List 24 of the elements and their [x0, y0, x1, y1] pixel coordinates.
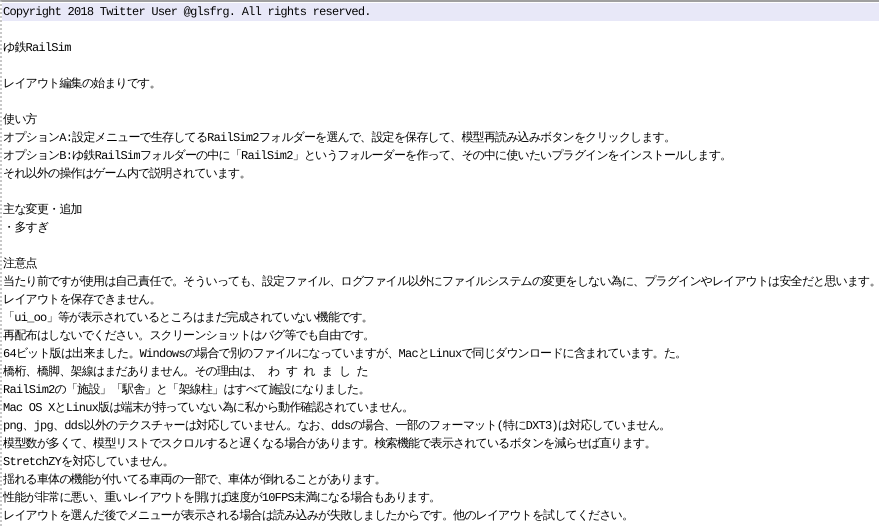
text-line: 「ui_oo」等が表示されているところはまだ完成されていない機能です。 [2, 310, 374, 327]
text-line: 再配布はしないでください。スクリーンショットはバグ等でも自由です。 [2, 328, 376, 345]
text-line: 64ビット版は出来ました。Windowsの場合で別のファイルになっていますが、MacとLinuxで同じダウンロードに含まれています。た。 [2, 346, 688, 363]
text-line: 使い方 [2, 112, 38, 129]
text-line: ゆ鉄RailSim [2, 40, 72, 57]
text-line: レイアウトを選んだ後でメニューが表示される場合は読み込みが失敗しましたからです。他のレイアウトを試してください。 [2, 508, 634, 525]
text-line: オプションA:設定メニューで生存してるRailSim2フォルダーを選んで、設定を保存して、模型再読み込みボタンをクリックします。 [2, 130, 676, 147]
text-line: レイアウトを保存できません。 [2, 292, 162, 309]
text-line: 橋桁、橋脚、架線はまだありません。その理由は、 わ す れ ま し た [2, 364, 369, 381]
text-line: 主な変更・追加 [2, 202, 83, 219]
text-line: 揺れる車体の機能が付いてる車両の一部で、車体が倒れることがあります。 [2, 472, 386, 489]
text-line: RailSim2の「施設」「駅舎」と「架線柱」はすべて施設になりました。 [2, 382, 371, 399]
text-line: 模型数が多くて、模型リストでスクロルすると遅くなる場合があります。検索機能で表示されているボタンを減らせば直ります。 [2, 436, 656, 453]
text-line: それ以外の操作はゲーム内で説明されています。 [2, 166, 252, 183]
text-line: Mac OS XとLinux版は端末が持っていない為に私から動作確認されていません。 [2, 400, 414, 417]
text-line: レイアウト編集の始まりです。 [2, 76, 162, 93]
text-line: png、jpg、dds以外のテクスチャーは対応していません。なお、ddsの場合、一部のフォーマット(特にDXT3)は対応していません。 [2, 418, 672, 435]
text-line: 性能が非常に悪い、重いレイアウトを開けば速度が10FPS未満になる場合もあります。 [2, 490, 442, 507]
text-line: StretchZYを対応していません。 [2, 454, 175, 471]
text-line: 当たり前ですが使用は自己責任で。そういっても、設定ファイル、ログファイル以外にファイルシステムの変更をしない為に、プラグインやレイアウトは安全だと思います。 [2, 274, 879, 291]
text-line: ・多すぎ [2, 220, 50, 237]
text-line: オプションB:ゆ鉄RailSimフォルダーの中に「RailSim2」というフォルーダーを作って、その中に使いたいプラグインをインストールします。 [2, 148, 732, 165]
text-line: 注意点 [2, 256, 38, 273]
text-editor[interactable] [0, 0, 879, 526]
